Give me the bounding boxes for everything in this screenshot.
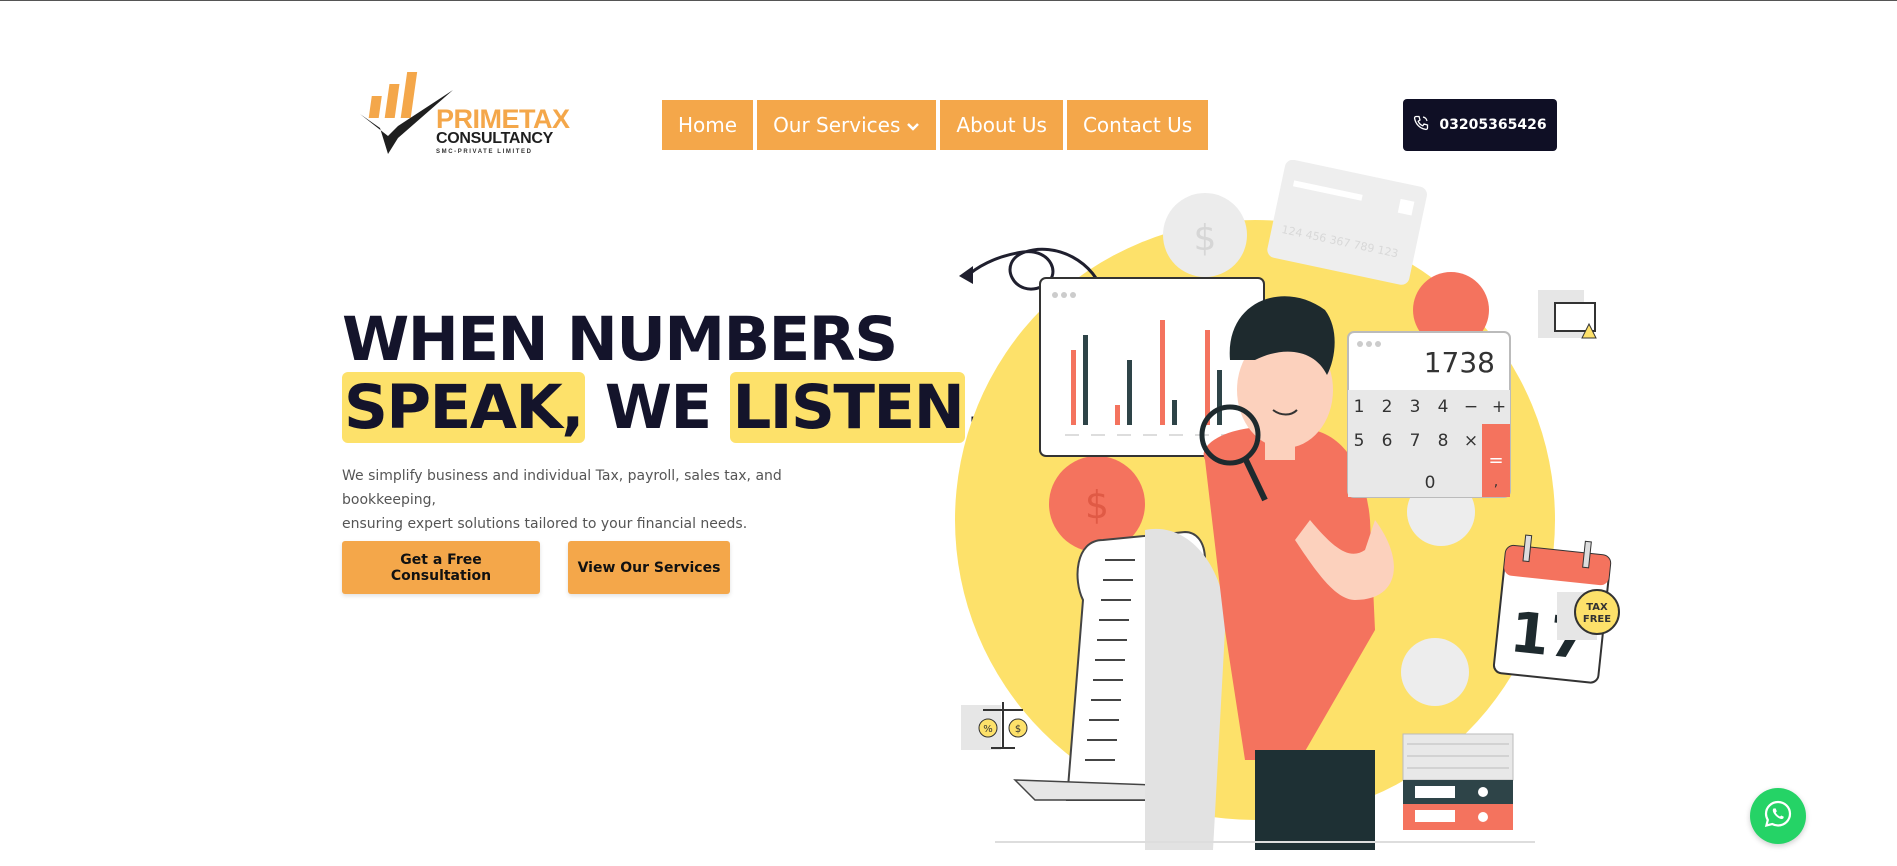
free-consultation-button[interactable]: Get a Free Consultation bbox=[342, 541, 540, 594]
logo-brand-tagline: SMC-PRIVATE LIMITED bbox=[436, 149, 533, 155]
main-nav: Home Our Services About Us Contact Us bbox=[662, 100, 1209, 150]
phone-icon bbox=[1413, 115, 1429, 135]
hero-word-speak: SPEAK, bbox=[342, 372, 585, 443]
hero-illustration: $ $ 124 456 367 789 123 1738 1 2 3 4 − +… bbox=[955, 160, 1620, 850]
nav-our-services[interactable]: Our Services bbox=[757, 100, 937, 150]
calc-key: 2 bbox=[1382, 397, 1393, 417]
scales-icon: % $ bbox=[961, 702, 1028, 750]
nav-home[interactable]: Home bbox=[662, 100, 754, 150]
hero-line-1: WHEN NUMBERS bbox=[342, 304, 898, 375]
calc-key: 8 bbox=[1438, 431, 1449, 451]
nav-contact-label: Contact Us bbox=[1082, 113, 1193, 137]
hero-description: We simplify business and individual Tax,… bbox=[342, 464, 862, 536]
scale-right-symbol: $ bbox=[1015, 724, 1021, 735]
calc-key-dot: , bbox=[1494, 474, 1498, 490]
document-alert-icon bbox=[1538, 290, 1597, 339]
calc-key: − bbox=[1464, 397, 1478, 417]
calc-key: 1 bbox=[1354, 397, 1365, 417]
hero-headline: WHEN NUMBERS SPEAK, WE LISTEN. bbox=[342, 304, 988, 443]
chevron-down-icon bbox=[906, 113, 920, 137]
calc-key: + bbox=[1492, 397, 1506, 417]
calculator-display: 1738 bbox=[1424, 346, 1495, 379]
site-logo[interactable]: PRIMETAX CONSULTANCY SMC-PRIVATE LIMITED bbox=[358, 66, 570, 161]
nav-services-label: Our Services bbox=[773, 113, 901, 137]
hero-word-listen: LISTEN bbox=[730, 372, 966, 443]
scale-left-symbol: % bbox=[983, 724, 993, 735]
calc-key: 3 bbox=[1410, 397, 1421, 417]
badge-line-2: FREE bbox=[1583, 614, 1611, 625]
nav-about-label: About Us bbox=[956, 113, 1047, 137]
hero-word-we: WE bbox=[604, 372, 712, 443]
phone-button[interactable]: 03205365426 bbox=[1403, 99, 1557, 151]
hero-description-line-2: ensuring expert solutions tailored to yo… bbox=[342, 516, 748, 532]
badge-line-1: TAX bbox=[1586, 602, 1608, 613]
top-border bbox=[0, 0, 1897, 1]
phone-number: 03205365426 bbox=[1439, 117, 1547, 133]
coin-symbol: $ bbox=[1194, 218, 1217, 259]
nav-about-us[interactable]: About Us bbox=[940, 100, 1063, 150]
whatsapp-button[interactable] bbox=[1750, 788, 1806, 844]
calc-key: 7 bbox=[1410, 431, 1421, 451]
calc-key-zero: 0 bbox=[1425, 473, 1436, 493]
calc-key: 5 bbox=[1354, 431, 1365, 451]
nav-contact-us[interactable]: Contact Us bbox=[1066, 100, 1209, 150]
coin-symbol: $ bbox=[1085, 483, 1109, 527]
logo-brand-secondary: CONSULTANCY bbox=[436, 130, 553, 147]
coin-icon bbox=[1401, 638, 1469, 706]
calc-key: 4 bbox=[1438, 397, 1449, 417]
calc-key: × bbox=[1464, 431, 1478, 451]
tax-free-badge-icon: TAX FREE bbox=[1557, 589, 1620, 640]
nav-home-label: Home bbox=[678, 113, 738, 137]
hero-description-line-1: We simplify business and individual Tax,… bbox=[342, 468, 782, 508]
calculator-icon: 1738 1 2 3 4− + 5 6 7 8 × 0 , = bbox=[1347, 331, 1511, 498]
bar-chart-window-icon bbox=[1039, 277, 1265, 457]
calc-key: 6 bbox=[1382, 431, 1393, 451]
whatsapp-icon bbox=[1762, 798, 1794, 834]
binders-stack-icon bbox=[1402, 733, 1514, 830]
calc-key-equals: = bbox=[1488, 450, 1503, 471]
view-services-button[interactable]: View Our Services bbox=[568, 541, 730, 594]
